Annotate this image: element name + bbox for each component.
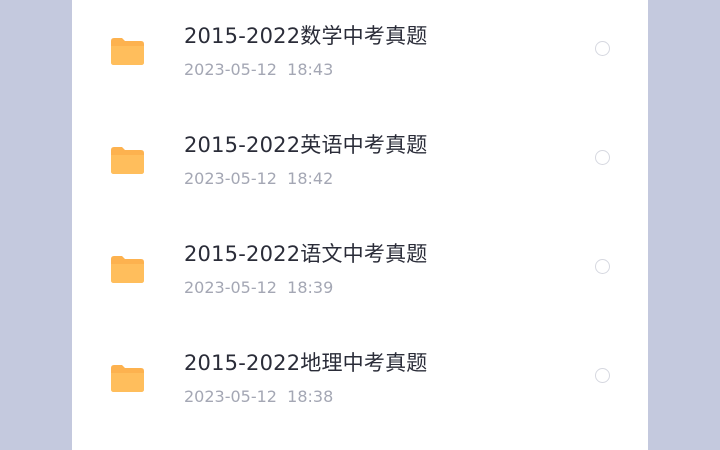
file-item-math[interactable]: 2015-2022数学中考真题 2023-05-12 18:43: [72, 0, 648, 107]
select-radio[interactable]: [595, 41, 610, 56]
file-date: 2023-05-12 18:39: [184, 278, 334, 297]
folder-icon: [111, 256, 144, 283]
file-name: 2015-2022英语中考真题: [184, 133, 428, 157]
folder-icon: [111, 147, 144, 174]
select-radio[interactable]: [595, 259, 610, 274]
file-date: 2023-05-12 18:38: [184, 387, 334, 406]
folder-icon: [111, 365, 144, 392]
file-name: 2015-2022语文中考真题: [184, 242, 428, 266]
file-item-chinese[interactable]: 2015-2022语文中考真题 2023-05-12 18:39: [72, 216, 648, 325]
file-name: 2015-2022数学中考真题: [184, 24, 428, 48]
right-backdrop: [648, 0, 720, 450]
file-list-panel: 2015-2022数学中考真题 2023-05-12 18:43 2015-20…: [72, 0, 648, 450]
file-date: 2023-05-12 18:42: [184, 169, 334, 188]
folder-icon: [111, 38, 144, 65]
select-radio[interactable]: [595, 368, 610, 383]
file-name: 2015-2022地理中考真题: [184, 351, 428, 375]
left-backdrop: [0, 0, 72, 450]
select-radio[interactable]: [595, 150, 610, 165]
file-date: 2023-05-12 18:43: [184, 60, 334, 79]
file-item-english[interactable]: 2015-2022英语中考真题 2023-05-12 18:42: [72, 107, 648, 216]
file-item-geography[interactable]: 2015-2022地理中考真题 2023-05-12 18:38: [72, 325, 648, 434]
